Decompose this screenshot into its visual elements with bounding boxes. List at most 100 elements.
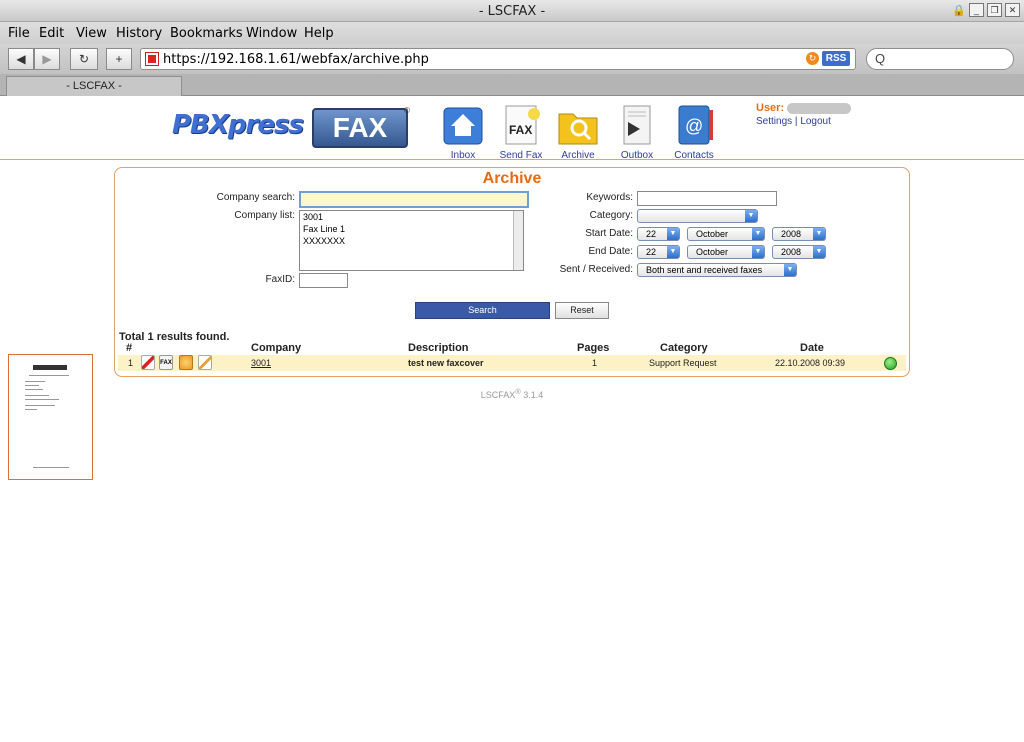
menu-file[interactable]: File [8,26,30,41]
menu-history[interactable]: History [116,26,162,41]
category-label: Category: [589,210,633,221]
site-favicon-icon [145,52,159,66]
contacts-icon: @ [671,102,717,148]
company-list-item[interactable]: Fax Line 1 [300,223,523,235]
chevron-down-icon: ▼ [667,228,679,240]
col-header-number: # [126,342,133,354]
faxid-label: FaxID: [265,274,295,285]
start-day-select[interactable]: 22 ▼ [637,227,680,241]
company-list-item[interactable]: 3001 [300,211,523,223]
menu-help[interactable]: Help [304,26,334,41]
search-button[interactable]: Search [415,302,550,319]
company-search-label: Company search: [216,192,295,203]
footer: LSCFAX® 3.1.4 [480,387,544,400]
row-category: Support Request [649,358,717,368]
col-header-date: Date [800,342,824,354]
edit-icon[interactable] [198,355,212,370]
send-fax-icon: FAX [498,102,544,148]
col-header-company: Company [251,342,302,354]
status-green-icon[interactable] [884,357,897,370]
keywords-input[interactable] [637,191,777,206]
chevron-down-icon: ▼ [813,228,825,240]
row-pages: 1 [592,358,598,368]
nav-send-fax[interactable]: FAX Send Fax [491,102,551,161]
company-list-item[interactable]: XXXXXXX [300,235,523,247]
close-button[interactable]: ✕ [1005,3,1020,17]
link-separator: | [794,116,798,127]
browser-search-input[interactable]: Q [866,48,1014,70]
add-bookmark-button[interactable]: + [106,48,132,70]
row-description: test new faxcover [408,358,484,368]
svg-text:FAX: FAX [509,123,532,137]
end-month-select[interactable]: October ▼ [687,245,765,259]
forward-icon[interactable] [179,355,193,370]
chevron-down-icon: ▼ [752,228,764,240]
window-titlebar: - LSCFAX - 🔒 _ ❐ ✕ [0,0,1024,22]
logout-link[interactable]: Logout [800,116,831,127]
end-day-select[interactable]: 22 ▼ [637,245,680,259]
chevron-down-icon: ▼ [752,246,764,258]
chevron-down-icon: ▼ [813,246,825,258]
tab-lscfax[interactable]: - LSCFAX - [6,76,182,96]
company-list-label: Company list: [234,210,295,221]
user-box: User: Settings | Logout [756,102,851,127]
settings-link[interactable]: Settings [756,116,792,127]
start-month-select[interactable]: October ▼ [687,227,765,241]
menu-edit[interactable]: Edit [39,26,64,41]
fax-preview-thumbnail[interactable] [8,354,93,480]
row-company-link[interactable]: 3001 [251,358,271,368]
reset-button[interactable]: Reset [555,302,609,319]
menu-window[interactable]: Window [246,26,297,41]
pdf-icon[interactable] [141,355,155,370]
svg-text:@: @ [685,116,703,136]
reload-url-icon[interactable]: ↻ [806,52,819,65]
tab-strip: - LSCFAX - [0,74,1024,96]
fax-icon[interactable]: FAX [159,355,173,370]
nav-outbox[interactable]: Outbox [607,102,667,161]
row-number: 1 [128,358,134,368]
forward-button[interactable]: ▶ [34,48,60,70]
col-header-description: Description [408,342,469,354]
minimize-button[interactable]: _ [969,3,984,17]
keywords-label: Keywords: [586,192,633,203]
company-search-input[interactable] [299,191,529,208]
window-title: - LSCFAX - [478,4,546,19]
faxid-input[interactable] [299,273,348,288]
archive-icon [555,102,601,148]
back-button[interactable]: ◀ [8,48,34,70]
start-year-select[interactable]: 2008 ▼ [772,227,826,241]
outbox-icon [614,102,660,148]
web-page: PBXpress FAX ® Inbox FAX Send Fax Archiv… [0,96,1024,742]
start-date-label: Start Date: [585,228,633,239]
browser-toolbar: ◀ ▶ ↻ + https://192.168.1.61/webfax/arch… [0,44,1024,74]
address-bar[interactable]: https://192.168.1.61/webfax/archive.php [140,48,856,70]
results-summary: Total 1 results found. [119,331,230,343]
archive-panel: Archive Company search: Company list: 30… [114,167,910,377]
panel-title: Archive [482,170,542,187]
sent-received-select[interactable]: Both sent and received faxes ▼ [637,263,797,277]
category-select[interactable]: ▼ [637,209,758,223]
end-date-label: End Date: [588,246,633,257]
nav-archive[interactable]: Archive [548,102,608,161]
end-year-select[interactable]: 2008 ▼ [772,245,826,259]
menu-bookmarks[interactable]: Bookmarks [170,26,243,41]
menu-bar: File Edit View History Bookmarks Window … [0,22,1024,44]
inbox-icon [440,102,486,148]
chevron-down-icon: ▼ [667,246,679,258]
restore-button[interactable]: ❐ [987,3,1002,17]
chevron-down-icon: ▼ [784,264,796,276]
menu-view[interactable]: View [76,26,107,41]
chevron-down-icon: ▼ [745,210,757,222]
rss-button[interactable]: RSS [822,51,850,66]
header-divider [0,159,1024,160]
nav-inbox[interactable]: Inbox [433,102,493,161]
row-date: 22.10.2008 09:39 [775,358,846,368]
nav-contacts[interactable]: @ Contacts [664,102,724,161]
address-url: https://192.168.1.61/webfax/archive.php [163,52,429,67]
user-name-redacted [786,102,851,114]
company-listbox[interactable]: 3001 Fax Line 1 XXXXXXX [299,210,524,271]
user-label: User: [756,102,785,114]
col-header-pages: Pages [577,342,610,354]
reload-button[interactable]: ↻ [70,48,98,70]
lock-icon: 🔒 [952,5,966,17]
